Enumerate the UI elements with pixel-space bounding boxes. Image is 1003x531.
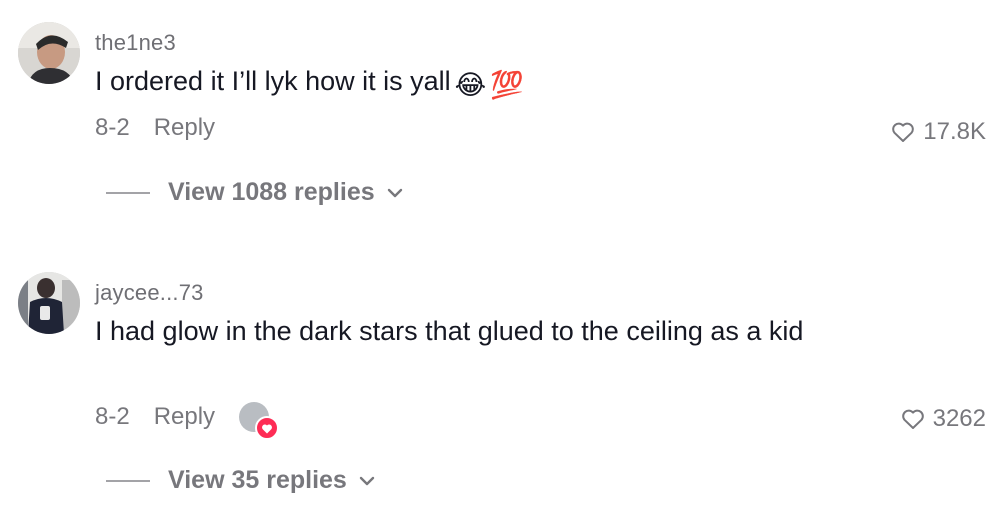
comment-meta: 8-2 Reply (95, 402, 280, 440)
avatar[interactable] (18, 22, 80, 84)
chevron-down-icon (387, 188, 402, 197)
comment-text-content: I ordered it I’ll lyk how it is yall (95, 66, 451, 96)
comment-username[interactable]: the1ne3 (95, 30, 176, 56)
heart-outline-icon (892, 122, 915, 142)
like-count: 3262 (932, 405, 986, 432)
comment-item: jaycee...73 I had glow in the dark stars… (0, 250, 1003, 531)
hundred-emoji: 💯 (490, 70, 524, 100)
comment-meta: 8-2 Reply (95, 114, 215, 142)
like-count: 17.8K (923, 118, 986, 145)
like-button[interactable]: 17.8K (891, 118, 986, 146)
reply-button[interactable]: Reply (154, 403, 215, 431)
heart-outline-icon (901, 409, 924, 429)
chevron-down-icon (359, 476, 375, 485)
view-replies-label: View 35 replies (168, 466, 347, 494)
avatar-image (18, 22, 80, 84)
view-replies-label: View 1088 replies (168, 178, 375, 206)
laughing-emoji: 😂 (454, 70, 487, 100)
creator-liked-heart-icon (255, 416, 280, 440)
comment-date: 8-2 (95, 403, 130, 430)
replies-divider (106, 479, 150, 482)
view-replies-button[interactable]: View 1088 replies (106, 178, 403, 207)
like-button[interactable]: 3262 (901, 405, 986, 433)
creator-liked-avatar (239, 402, 280, 440)
comment-username[interactable]: jaycee...73 (95, 280, 204, 306)
comment-text: I ordered it I’ll lyk how it is yall 😂 💯 (95, 62, 855, 104)
avatar-image (18, 272, 80, 334)
view-replies-button[interactable]: View 35 replies (106, 466, 375, 495)
comment-date: 8-2 (95, 114, 130, 141)
avatar[interactable] (18, 272, 80, 334)
replies-divider (106, 191, 150, 194)
comment-text: I had glow in the dark stars that glued … (95, 316, 804, 346)
comment-item: the1ne3 I ordered it I’ll lyk how it is … (0, 0, 1003, 250)
reply-button[interactable]: Reply (154, 114, 215, 142)
